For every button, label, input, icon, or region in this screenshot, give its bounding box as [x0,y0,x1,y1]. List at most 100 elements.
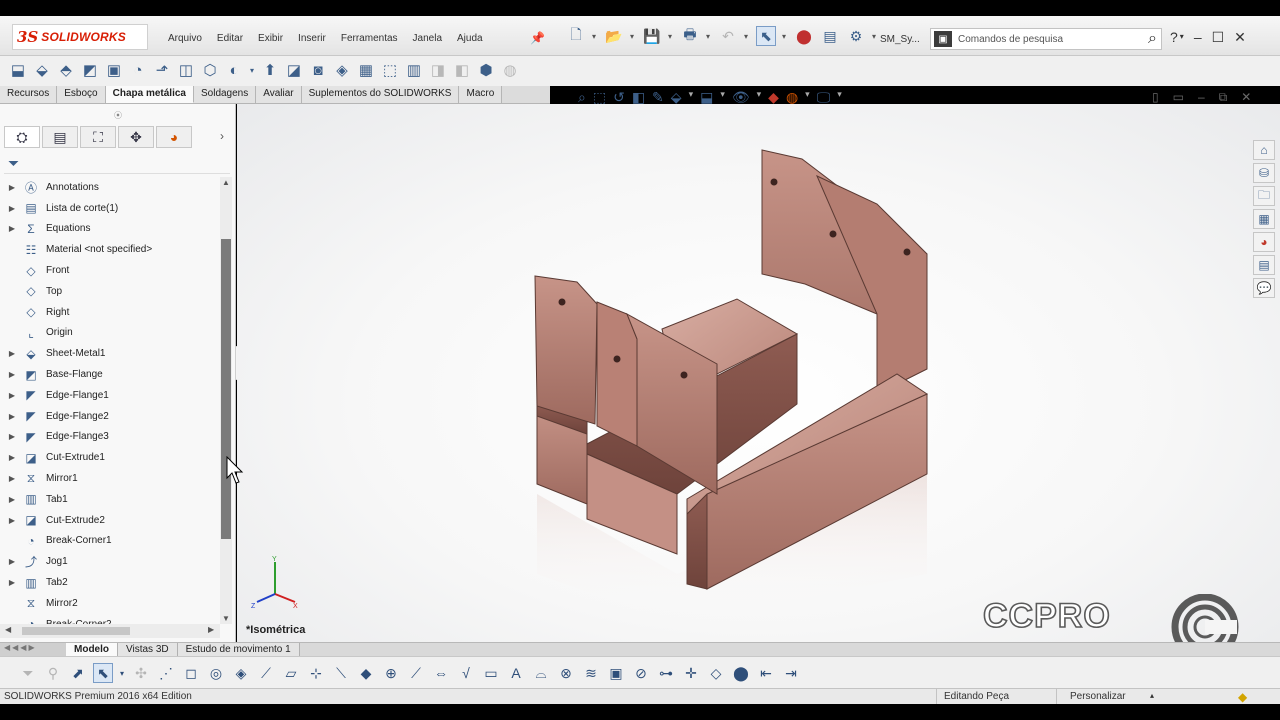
new-document-icon[interactable]: 🗋 [566,26,586,46]
tree-node-right[interactable]: ◇ Right [0,302,220,323]
tab-macro[interactable]: Macro [459,86,503,103]
filter-surface-bodies-icon[interactable]: ◎ [206,663,226,683]
menu-ajuda[interactable]: Ajuda [457,33,483,44]
display-manager-tab-icon[interactable]: ◕ [156,126,192,148]
tree-node-mirror2[interactable]: ⧖ Mirror2 [0,593,220,614]
scroll-thumb[interactable] [221,239,231,539]
command-search[interactable]: ▣ Comandos de pesquisa ⌕ [930,28,1162,50]
expand-arrow-icon[interactable]: ▶ [0,412,22,421]
miter-flange-icon[interactable]: ▣ [104,59,124,81]
menu-exibir[interactable]: Exibir [258,33,283,44]
minimize-icon[interactable]: – [1194,29,1202,46]
filter-solid-bodies-icon[interactable]: ◈ [231,663,251,683]
filter-mid-surface-icon[interactable]: ◇ [706,663,726,683]
tree-node-front[interactable]: ◇ Front [0,260,220,281]
filter-midpoints-icon[interactable]: ◆ [356,663,376,683]
reference-triad[interactable]: Y X Z [249,552,299,608]
tree-filter[interactable]: ⏷ [4,152,230,174]
filter-planes-icon[interactable]: ▱ [281,663,301,683]
filter-geometric-tolerances-icon[interactable]: ▭ [481,663,501,683]
tree-node-edge-flange3[interactable]: ▶ ◤ Edge-Flange3 [0,427,220,448]
file-explorer-icon[interactable]: 🗀 [1253,186,1275,206]
menu-ferramentas[interactable]: Ferramentas [341,33,398,44]
filter-icon[interactable]: ⏷ [8,155,19,172]
graphics-area[interactable]: Y X Z *Isométrica ⌂ ⛁ 🗀 ▦ ◕ ▤ 💬 CCPRO [237,104,1280,642]
filter-axes-icon[interactable]: ⟋ [256,663,276,683]
expand-arrow-icon[interactable]: ▶ [0,204,22,213]
select-all-filters-icon[interactable]: ⬈ [68,663,88,683]
print-icon[interactable]: 🖶 [680,26,700,46]
menu-inserir[interactable]: Inserir [298,33,326,44]
tree-vertical-scrollbar[interactable]: ▲ ▼ [220,177,232,624]
filter-faces-icon[interactable]: ◻ [181,663,201,683]
expand-arrow-icon[interactable]: ▶ [0,557,22,566]
sheet-metal-part[interactable] [237,104,1280,642]
custom-properties-icon[interactable]: ▤ [1253,255,1275,275]
select-pointer-filter-icon[interactable]: ⬉ [93,663,113,683]
property-manager-tab-icon[interactable]: ▤ [42,126,78,148]
sketched-bend-icon[interactable]: ◫ [176,59,196,81]
tab-chapa-metalica[interactable]: Chapa metálica [105,86,194,103]
help-icon[interactable]: ? [1170,29,1178,46]
filter-dimensions-icon[interactable]: ⇔ [431,663,451,683]
open-icon[interactable]: 📂 [604,26,624,46]
scroll-down-icon[interactable]: ▼ [222,614,230,623]
panel-grip-icon[interactable]: ⦿ [114,110,122,121]
tab-modelo[interactable]: Modelo [66,643,118,656]
clear-filters-icon[interactable]: ⚲ [43,663,63,683]
horizontal-scroll-thumb[interactable] [22,627,130,635]
expand-arrow-icon[interactable]: ▶ [0,495,22,504]
filter-routing-points-icon[interactable]: ✛ [681,663,701,683]
menu-editar[interactable]: Editar [217,33,243,44]
filter-datum-targets-icon[interactable]: ⊗ [556,663,576,683]
tree-node-annotations[interactable]: ▶ Ⓐ Annotations [0,177,220,198]
design-library-icon[interactable]: ⛁ [1253,163,1275,183]
tree-node-cut-extrude1[interactable]: ▶ ◪ Cut-Extrude1 [0,447,220,468]
viewport-split-left-icon[interactable]: ▯ [1152,90,1159,105]
fold-icon[interactable]: ⬚ [380,59,400,81]
save-dropdown-icon[interactable]: ▾ [668,32,674,41]
tree-node-jog1[interactable]: ▶ ⤴ Jog1 [0,551,220,572]
filter-loops-icon[interactable]: ⇥ [781,663,801,683]
forming-tool-icon[interactable]: ⬆ [260,59,280,81]
tab-soldagens[interactable]: Soldagens [193,86,257,103]
tab-navigation-arrows[interactable]: ◀◀◀▶ [0,643,66,656]
tree-node-lista-de-corte-1[interactable]: ▶ ▤ Lista de corte(1) [0,198,220,219]
tree-horizontal-scrollbar[interactable]: ◀ ▶ [0,624,220,638]
viewport-close-icon[interactable]: ✕ [1241,90,1251,105]
tree-node-break-corner1[interactable]: ◔ Break-Corner1 [0,531,220,552]
filter-sketch-segments-icon[interactable]: ⟍ [331,663,351,683]
close-icon[interactable]: ✕ [1234,29,1246,46]
filter-vertices-icon[interactable]: ✣ [131,663,151,683]
tree-node-material-not-specified[interactable]: ☷ Material <not specified> [0,239,220,260]
search-icon[interactable]: ⌕ [1148,30,1157,48]
lofted-bend-icon[interactable]: ⬘ [56,59,76,81]
vent-icon[interactable]: ◈ [332,59,352,81]
filter-weld-symbols-icon[interactable]: ⌓ [531,663,551,683]
corners-dropdown-icon[interactable]: ▾ [248,59,256,81]
cross-break-icon[interactable]: ⬡ [200,59,220,81]
customize-menu[interactable]: Personalizar [1070,691,1126,702]
menu-arquivo[interactable]: Arquivo [168,33,202,44]
tree-node-tab1[interactable]: ▶ ▥ Tab1 [0,489,220,510]
tree-node-sheet-metal1[interactable]: ▶ ⬙ Sheet-Metal1 [0,343,220,364]
flatten-icon[interactable]: ▥ [404,59,424,81]
undo-dropdown-icon[interactable]: ▾ [744,32,750,41]
filter-centerline-icon[interactable]: ⟋ [406,663,426,683]
base-flange-tool-icon[interactable]: ⬓ [8,59,28,81]
configuration-manager-tab-icon[interactable]: ⛶ [80,126,116,148]
open-dropdown-icon[interactable]: ▾ [630,32,636,41]
convert-to-sheet-metal-icon[interactable]: ⬙ [32,59,52,81]
tab-esboco[interactable]: Esboço [57,86,106,103]
panel-next-icon[interactable]: › [220,129,224,143]
maximize-icon[interactable]: ☐ [1212,29,1225,46]
insert-bends-icon[interactable]: ⬢ [476,59,496,81]
tree-node-break-corner2[interactable]: ◔Break-Corner2 [0,614,220,624]
tree-node-cut-extrude2[interactable]: ▶ ◪ Cut-Extrude2 [0,510,220,531]
appearances-icon[interactable]: ◕ [1253,232,1275,252]
tab-suplementos[interactable]: Suplementos do SOLIDWORKS [301,86,460,103]
new-dropdown-icon[interactable]: ▾ [592,32,598,41]
menu-janela[interactable]: Janela [413,33,442,44]
expand-arrow-icon[interactable]: ▶ [0,453,22,462]
select-pointer-icon[interactable]: ⬉ [756,26,776,46]
